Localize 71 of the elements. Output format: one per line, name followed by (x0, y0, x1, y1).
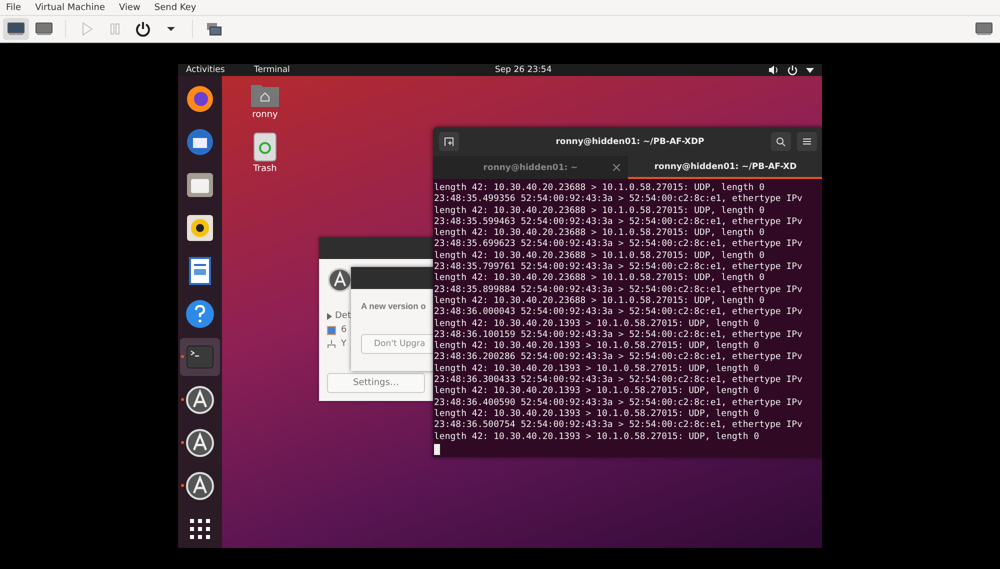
expander-icon[interactable] (327, 312, 332, 320)
caret-icon (166, 26, 176, 32)
terminal-line: length 42: 10.30.40.20.23688 > 10.1.0.58.27015: UDP, length 0 (434, 183, 766, 194)
terminal-line: 23:48:35.899884 52:54:00:92:43:3a > 52:54:00:c2:8c:e1, ethertype IPv (434, 284, 804, 296)
terminal-line: length 42: 10.30.40.20.1393 > 10.1.0.58.27015: UDP, length 0 (434, 408, 760, 420)
trash-icon[interactable] (253, 132, 277, 162)
menu-item[interactable]: View (119, 2, 140, 12)
terminal-line: 23:48:36.300433 52:54:00:92:43:3a > 52:54:00:c2:8c:e1, ethertype IPv (434, 375, 804, 386)
desktop-icon-label[interactable]: ronny (252, 110, 278, 120)
help-icon (185, 299, 215, 329)
text-cursor (434, 444, 440, 455)
terminal-tab[interactable]: ronny@hidden01: ~/PB-AF-XD (628, 156, 822, 179)
stacked-screens-icon (206, 22, 222, 36)
speaker-icon (185, 213, 215, 243)
power-icon[interactable] (787, 64, 798, 76)
update-text: 6 (341, 325, 347, 335)
terminal-line: length 42: 10.30.40.20.1393 > 10.1.0.58.27015: UDP, length 0 (434, 386, 760, 398)
pause-icon (109, 22, 121, 36)
new-tab-icon (444, 137, 454, 146)
power-icon (135, 21, 151, 37)
new-tab-button[interactable] (439, 132, 459, 151)
terminal-line: length 42: 10.30.40.20.1393 > 10.1.0.58.27015: UDP, length 0 (434, 318, 760, 330)
updater-icon (185, 428, 215, 458)
play-icon (81, 22, 93, 36)
terminal-tab[interactable]: ronny@hidden01: ~ (433, 156, 628, 179)
terminal-line: length 42: 10.30.40.20.1393 > 10.1.0.58.27015: UDP, length 0 (434, 364, 760, 375)
terminal-line: length 42: 10.30.40.20.23688 > 10.1.0.58.27015: UDP, length 0 (434, 228, 766, 239)
search-icon (776, 136, 786, 146)
caret-icon[interactable] (806, 68, 814, 72)
window-title: ronny@hidden01: ~/PB-AF-XDP (554, 136, 706, 146)
updater-icon (185, 471, 215, 501)
details-label[interactable]: Det (335, 311, 351, 321)
terminal-line: 23:48:35.699623 52:54:00:92:43:3a > 52:54:00:c2:8c:e1, ethertype IPv (434, 239, 804, 251)
monitor-icon (35, 22, 53, 36)
terminal-line: length 42: 10.30.40.20.23688 > 10.1.0.58.27015: UDP, length 0 (434, 296, 766, 307)
menu-item[interactable]: File (6, 2, 22, 12)
terminal-line: 23:48:36.500754 52:54:00:92:43:3a > 52:54:00:c2:8c:e1, ethertype IPv (434, 420, 804, 432)
terminal-line: length 42: 10.30.40.20.23688 > 10.1.0.58.27015: UDP, length 0 (434, 206, 766, 217)
mail-icon (185, 127, 215, 157)
terminal-line: 23:48:35.599463 52:54:00:92:43:3a > 52:54:00:c2:8c:e1, ethertype IPv (434, 216, 804, 228)
terminal-line: length 42: 10.30.40.20.1393 > 10.1.0.58.27015: UDP, length 0 (434, 432, 760, 443)
terminal-line: 23:48:36.200286 52:54:00:92:43:3a > 52:54:00:c2:8c:e1, ethertype IPv (434, 352, 804, 364)
settings-button[interactable]: Settings… (327, 373, 425, 393)
update-text: Y (341, 339, 346, 349)
clock[interactable]: Sep 26 23:54 (495, 65, 552, 75)
volume-icon[interactable] (768, 65, 779, 75)
terminal-line: 23:48:36.400590 52:54:00:92:43:3a > 52:54:00:c2:8c:e1, ethertype IPv (434, 398, 804, 409)
desktop-icon-label[interactable]: Trash (253, 164, 277, 174)
terminal-line: length 42: 10.30.40.20.23688 > 10.1.0.58.27015: UDP, length 0 (434, 273, 766, 285)
monitor-button[interactable] (3, 18, 29, 40)
menu-item[interactable]: Send Key (154, 2, 196, 12)
terminal-line: length 42: 10.30.40.20.23688 > 10.1.0.58.27015: UDP, length 0 (434, 250, 766, 262)
home-folder-icon[interactable] (250, 82, 280, 108)
terminal-line: 23:48:35.799761 52:54:00:92:43:3a > 52:54:00:c2:8c:e1, ethertype IPv (434, 262, 804, 273)
network-icon (327, 340, 336, 348)
folder-icon (185, 170, 215, 200)
monitor-icon (975, 22, 993, 36)
menu-button[interactable] (797, 132, 817, 151)
terminal-line: 23:48:35.499356 52:54:00:92:43:3a > 52:54:00:c2:8c:e1, ethertype IPv (434, 194, 804, 206)
menu-icon (803, 138, 811, 145)
updater-icon (327, 267, 353, 293)
browser-icon (185, 84, 215, 114)
updater-icon (185, 385, 215, 415)
terminal-line: 23:48:36.000043 52:54:00:92:43:3a > 52:54:00:c2:8c:e1, ethertype IPv (434, 307, 804, 319)
close-icon[interactable] (613, 164, 620, 171)
app-menu[interactable]: Terminal (254, 65, 290, 75)
package-icon (327, 326, 336, 334)
menu-item[interactable]: Virtual Machine (35, 2, 106, 12)
search-button[interactable] (771, 132, 791, 151)
activities-button[interactable]: Activities (186, 65, 246, 75)
monitor-icon (7, 22, 25, 36)
